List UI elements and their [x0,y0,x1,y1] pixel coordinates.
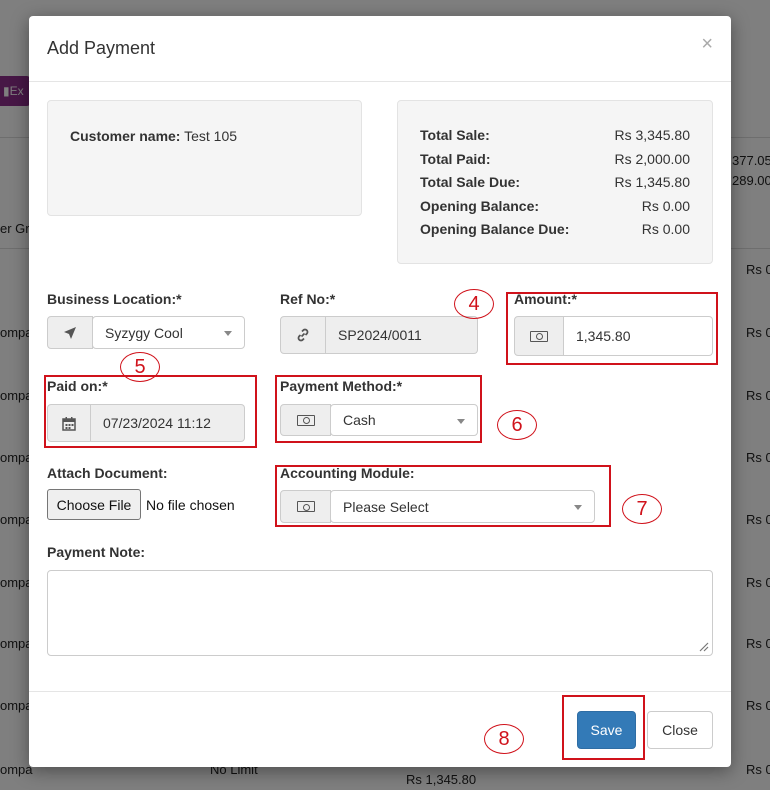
totals-value: Rs 2,000.00 [614,151,691,167]
totals-value: Rs 3,345.80 [614,127,691,143]
annotation-box-accounting-module [275,465,611,527]
annotation-box-payment-method [275,375,482,443]
ref-no-value: SP2024/0011 [338,327,422,343]
annotation-number: 8 [484,724,524,754]
modal-footer-divider [29,691,731,692]
annotation-number: 4 [454,289,494,319]
attach-document-label: Attach Document: [47,465,168,481]
totals-label: Total Sale: [420,127,490,143]
business-location-value: Syzygy Cool [105,324,183,341]
totals-panel: Total Sale: Rs 3,345.80 Total Paid: Rs 2… [397,100,713,264]
totals-value: Rs 0.00 [641,221,690,237]
close-button[interactable]: Close [647,711,713,749]
annotation-box-amount [506,292,718,365]
ref-no-label: Ref No:* [280,291,336,307]
customer-name-value: Test 105 [184,128,238,144]
chevron-down-icon [224,331,232,336]
location-arrow-icon [47,316,93,349]
business-location-select[interactable]: Syzygy Cool [92,316,245,349]
customer-panel: Customer name: Test 105 [47,100,362,216]
ref-no-group: SP2024/0011 [280,316,478,354]
annotation-box-paid-on [44,375,257,448]
choose-file-button[interactable]: Choose File [47,489,141,520]
modal-header: Add Payment × [29,16,731,82]
totals-row: Total Paid: Rs 2,000.00 [420,151,690,171]
totals-value: Rs 1,345.80 [614,174,691,190]
totals-value: Rs 0.00 [641,198,690,214]
totals-label: Total Paid: [420,151,491,167]
payment-note-textarea[interactable] [47,570,713,656]
annotation-number: 5 [120,352,160,382]
link-icon [280,316,326,354]
resize-handle-icon[interactable] [699,642,709,652]
totals-row: Total Sale: Rs 3,345.80 [420,127,690,147]
totals-row: Opening Balance: Rs 0.00 [420,198,690,218]
annotation-number: 6 [497,410,537,440]
business-location-group: Syzygy Cool [47,316,245,349]
ref-no-input[interactable]: SP2024/0011 [326,316,478,354]
totals-row: Opening Balance Due: Rs 0.00 [420,221,690,241]
close-icon[interactable]: × [701,34,713,54]
annotation-number: 7 [622,494,662,524]
totals-label: Opening Balance Due: [420,221,570,237]
customer-name: Customer name: Test 105 [70,128,237,144]
annotation-box-save [562,695,645,760]
file-status-text: No file chosen [146,497,235,513]
totals-label: Total Sale Due: [420,174,521,190]
totals-label: Opening Balance: [420,198,540,214]
business-location-label: Business Location:* [47,291,182,307]
payment-note-label: Payment Note: [47,544,146,560]
customer-name-label: Customer name: [70,128,181,144]
modal-title: Add Payment [47,38,156,58]
totals-row: Total Sale Due: Rs 1,345.80 [420,174,690,194]
